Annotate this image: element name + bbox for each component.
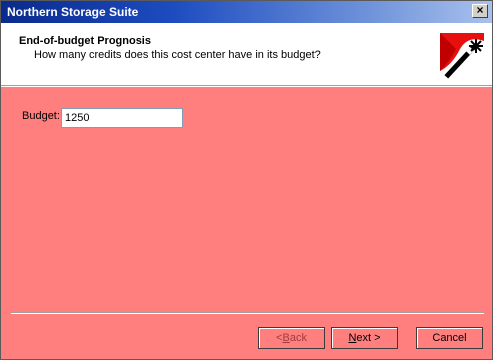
wizard-header: End-of-budget Prognosis How many credits… (1, 23, 492, 85)
footer-divider (11, 312, 484, 314)
back-label-suffix: ack (289, 332, 307, 344)
cancel-label: Cancel (432, 332, 467, 344)
page-title: End-of-budget Prognosis (19, 35, 151, 47)
title-bar[interactable]: Northern Storage Suite × (1, 1, 492, 23)
next-label-suffix: ext > (356, 332, 381, 344)
budget-label: Budget: (22, 110, 60, 122)
wizard-content: Budget: (1, 87, 492, 311)
window-title: Northern Storage Suite (7, 5, 139, 19)
wizard-wand-icon (440, 33, 484, 79)
cancel-button[interactable]: Cancel (416, 327, 483, 349)
close-button[interactable]: × (472, 4, 488, 18)
page-subtitle: How many credits does this cost center h… (34, 49, 321, 61)
close-icon: × (476, 3, 484, 17)
back-label-mnemonic: B (282, 332, 290, 344)
back-button[interactable]: < Back (258, 327, 325, 349)
wizard-window: Northern Storage Suite × End-of-budget P… (0, 0, 493, 360)
next-label-mnemonic: N (348, 332, 357, 344)
budget-input[interactable] (61, 108, 183, 128)
next-button[interactable]: Next > (331, 327, 398, 349)
